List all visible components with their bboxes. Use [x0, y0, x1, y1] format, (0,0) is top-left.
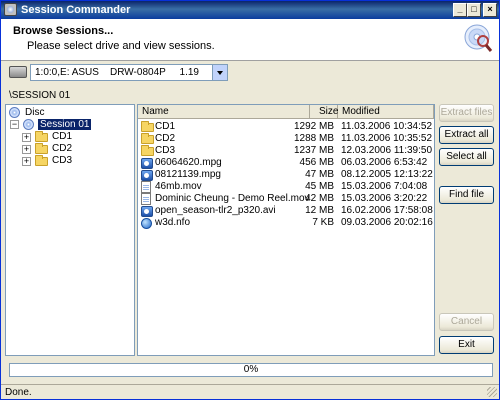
- file-modified: 15.03.2006 7:04:08: [341, 181, 428, 192]
- column-label: Modified: [342, 106, 380, 117]
- tree-item-label: Session 01: [38, 119, 92, 130]
- file-modified: 09.03.2006 20:02:16: [341, 217, 433, 228]
- disc-icon: [9, 107, 20, 118]
- column-header-modified[interactable]: Modified: [338, 105, 434, 119]
- file-row[interactable]: Dominic Cheung - Demo Reel.mov 42 MB 15.…: [138, 193, 434, 205]
- resize-grip-icon[interactable]: [487, 387, 497, 397]
- document-icon: [141, 181, 151, 193]
- folder-icon: [35, 155, 48, 166]
- extract-files-button[interactable]: Extract files: [439, 104, 494, 122]
- file-name: w3d.nfo: [155, 217, 191, 228]
- column-header-name[interactable]: Name: [138, 105, 310, 119]
- file-name: 46mb.mov: [155, 181, 202, 192]
- exit-button[interactable]: Exit: [439, 336, 494, 354]
- file-modified: 11.03.2006 10:35:52: [341, 133, 433, 144]
- file-name: CD3: [155, 145, 176, 156]
- expand-icon[interactable]: +: [22, 157, 31, 166]
- expand-icon[interactable]: +: [22, 145, 31, 154]
- folder-icon: [35, 131, 48, 142]
- tree-item-label: CD2: [52, 143, 73, 154]
- file-modified: 08.12.2005 12:13:22: [341, 169, 433, 180]
- file-row[interactable]: 08121139.mpg 47 MB 08.12.2005 12:13:22: [138, 169, 434, 181]
- column-header-size[interactable]: Size: [310, 105, 338, 119]
- file-size: 7 KB: [312, 217, 334, 228]
- file-row[interactable]: 46mb.mov 45 MB 15.03.2006 7:04:08: [138, 181, 434, 193]
- file-name: 06064620.mpg: [155, 157, 222, 168]
- disc-search-icon: [464, 24, 493, 52]
- file-size: 456 MB: [299, 157, 334, 168]
- file-row[interactable]: CD1 1292 MB 11.03.2006 10:34:52: [138, 121, 434, 133]
- close-button[interactable]: ×: [483, 3, 497, 17]
- app-disc-icon: [4, 3, 17, 16]
- file-name: open_season-tlr2_p320.avi: [155, 205, 276, 216]
- folder-icon: [141, 133, 154, 144]
- expand-icon[interactable]: +: [22, 133, 31, 142]
- progress-bar: 0%: [9, 363, 493, 377]
- file-size: 1288 MB: [293, 133, 334, 144]
- tree-item-cd3[interactable]: + CD3: [22, 155, 122, 167]
- file-row[interactable]: 06064620.mpg 456 MB 06.03.2006 6:53:42: [138, 157, 434, 169]
- drive-select[interactable]: 1:0:0,E: ASUS DRW-0804P 1.19: [30, 64, 228, 81]
- file-modified: 11.03.2006 10:34:52: [341, 121, 433, 132]
- file-size: 45 MB: [305, 181, 334, 192]
- file-name: CD1: [155, 121, 176, 132]
- collapse-icon[interactable]: −: [10, 120, 19, 129]
- media-file-icon: [141, 158, 153, 169]
- tree-item-cd2[interactable]: + CD2: [22, 143, 122, 155]
- select-all-button[interactable]: Select all: [439, 148, 494, 166]
- session-path: \SESSION 01: [9, 90, 71, 101]
- file-row[interactable]: CD3 1237 MB 12.03.2006 11:39:50: [138, 145, 434, 157]
- document-icon: [141, 193, 151, 205]
- web-document-icon: [141, 218, 152, 229]
- progress-label: 0%: [243, 364, 259, 375]
- file-row[interactable]: CD2 1288 MB 11.03.2006 10:35:52: [138, 133, 434, 145]
- file-modified: 06.03.2006 6:53:42: [341, 157, 428, 168]
- session-disc-icon: [23, 119, 34, 130]
- tree-item-label: Disc: [25, 107, 45, 118]
- header-subtitle: Please select drive and view sessions.: [27, 40, 215, 52]
- file-row[interactable]: w3d.nfo 7 KB 09.03.2006 20:02:16: [138, 217, 434, 229]
- file-name: 08121139.mpg: [155, 169, 221, 180]
- tree-item-cd1[interactable]: + CD1: [22, 131, 122, 143]
- file-list[interactable]: Name Size Modified CD1 1292 MB 11.03.200…: [137, 104, 435, 356]
- cd-drive-icon: [9, 66, 27, 78]
- minimize-button[interactable]: _: [453, 3, 467, 17]
- file-size: 42 MB: [305, 193, 334, 204]
- tree-item-disc[interactable]: Disc: [9, 107, 129, 119]
- file-modified: 16.02.2006 17:58:08: [341, 205, 433, 216]
- extract-all-button[interactable]: Extract all: [439, 126, 494, 144]
- tree-item-label: CD3: [52, 155, 73, 166]
- maximize-button[interactable]: □: [467, 3, 481, 17]
- window-title: Session Commander: [21, 4, 131, 16]
- column-label: Size: [319, 106, 339, 117]
- file-modified: 12.03.2006 11:39:50: [341, 145, 433, 156]
- file-modified: 15.03.2006 3:20:22: [341, 193, 428, 204]
- file-name: CD2: [155, 133, 176, 144]
- file-size: 1292 MB: [293, 121, 334, 132]
- header-panel: Browse Sessions... Please select drive a…: [1, 19, 499, 61]
- column-label: Name: [142, 106, 169, 117]
- app-window: Session Commander _ □ × Browse Sessions.…: [0, 0, 500, 400]
- file-row[interactable]: open_season-tlr2_p320.avi 12 MB 16.02.20…: [138, 205, 434, 217]
- media-file-icon: [141, 170, 153, 181]
- header-title: Browse Sessions...: [13, 25, 114, 37]
- file-size: 47 MB: [305, 169, 334, 180]
- cancel-button[interactable]: Cancel: [439, 313, 494, 331]
- find-file-button[interactable]: Find file: [439, 186, 494, 204]
- tree-item-label: CD1: [52, 131, 73, 142]
- file-size: 12 MB: [305, 205, 334, 216]
- file-size: 1237 MB: [293, 145, 334, 156]
- title-bar[interactable]: Session Commander _ □ ×: [1, 1, 499, 19]
- media-file-icon: [141, 206, 153, 217]
- tree-item-session[interactable]: − Session 01: [9, 119, 129, 131]
- status-bar: Done.: [1, 384, 499, 399]
- session-tree[interactable]: Disc − Session 01 + CD1 + CD2 + CD3: [5, 104, 135, 356]
- status-text: Done.: [5, 387, 32, 398]
- drive-select-value: 1:0:0,E: ASUS DRW-0804P 1.19: [35, 67, 199, 78]
- dropdown-arrow-icon[interactable]: [212, 65, 227, 80]
- folder-icon: [35, 143, 48, 154]
- folder-icon: [141, 145, 154, 156]
- folder-icon: [141, 121, 154, 132]
